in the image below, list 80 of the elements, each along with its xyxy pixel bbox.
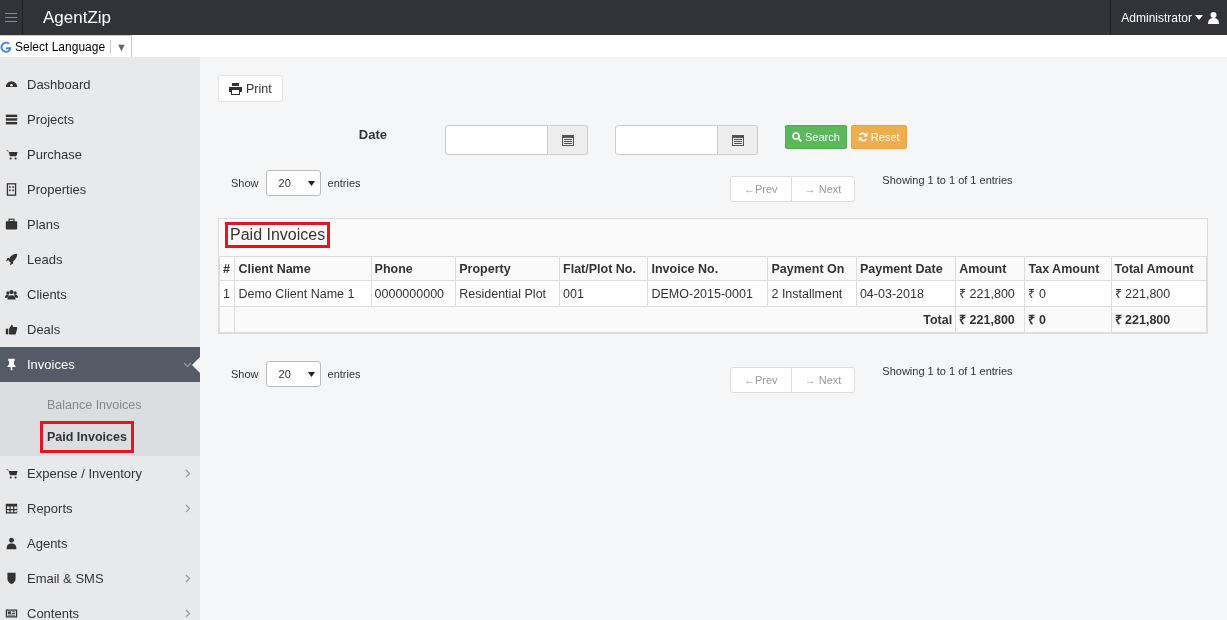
refresh-icon [857, 132, 868, 142]
column-header: Flat/Plot No. [559, 256, 648, 281]
column-header: Client Name [234, 256, 372, 281]
date-label: Date [357, 127, 388, 142]
calendar-icon[interactable] [718, 125, 758, 155]
sidebar-item[interactable]: Invoices [0, 347, 200, 382]
show-label: Show [231, 368, 259, 380]
end-date-field[interactable] [615, 125, 718, 155]
table-icon [5, 502, 18, 515]
sidebar-item[interactable]: Purchase [0, 137, 200, 172]
user-icon [1208, 11, 1219, 24]
sidebar-item[interactable]: Projects [0, 102, 200, 137]
entries-info: Showing 1 to 1 of 1 entries [882, 365, 1013, 377]
table-cell: Demo Client Name 1 [234, 280, 372, 307]
sidebar-item[interactable]: Leads [0, 242, 200, 277]
caret-icon [307, 371, 315, 377]
column-header: Tax Amount [1025, 256, 1112, 281]
sidebar-item[interactable]: Email & SMS [0, 561, 200, 596]
total-label: Total [923, 312, 953, 327]
caret-icon [307, 180, 315, 186]
table-cell: ₹ 221,800 [955, 280, 1025, 307]
server-icon [5, 113, 18, 126]
users-icon [5, 288, 18, 301]
submenu-item[interactable]: Paid Invoices [40, 421, 134, 453]
briefcase-icon [5, 218, 18, 231]
entries-label: entries [327, 368, 361, 380]
total-cell: ₹ 221,800 [955, 306, 1025, 333]
shield-icon [5, 572, 18, 585]
building-icon [5, 183, 18, 196]
menu-icon[interactable] [5, 13, 17, 22]
sidebar-item[interactable]: Contents [0, 596, 200, 620]
table-cell: 001 [559, 280, 648, 307]
brand-name[interactable]: AgentZip [43, 7, 1111, 28]
column-header: Invoice No. [648, 256, 768, 281]
cart-icon [5, 467, 18, 480]
sidebar-item[interactable]: Expense / Inventory [0, 456, 200, 491]
cart-icon [5, 148, 18, 161]
total-cell: ₹ 0 [1025, 306, 1112, 333]
sidebar-item[interactable]: Plans [0, 207, 200, 242]
column-header: Payment Date [856, 256, 956, 281]
entries-label: entries [327, 177, 361, 189]
calendar-icon[interactable] [548, 125, 588, 155]
page-size-select[interactable]: 20 [265, 361, 321, 387]
table-cell: 1 [219, 280, 235, 307]
table-cell: 2 Installment [767, 280, 857, 307]
table-cell: 04-03-2018 [856, 280, 956, 307]
sidebar-item[interactable]: Dashboard [0, 67, 200, 102]
column-header: Payment On [767, 256, 857, 281]
total-cell: ₹ 221,800 [1111, 306, 1207, 333]
table-cell: Residential Plot [455, 280, 560, 307]
sidebar-item[interactable]: Reports [0, 491, 200, 526]
sidebar-item[interactable]: Deals [0, 312, 200, 347]
rocket-icon [5, 253, 18, 266]
start-date-field[interactable] [445, 125, 548, 155]
table-cell: DEMO-2015-0001 [648, 280, 768, 307]
column-header: Total Amount [1111, 256, 1207, 281]
table-cell: ₹ 221,800 [1111, 280, 1207, 307]
print-button[interactable]: Print [218, 75, 283, 102]
pin-icon [5, 358, 18, 371]
column-header: Property [455, 256, 560, 281]
thumbs-up-icon [5, 323, 18, 336]
page-size-select[interactable]: 20 [265, 170, 321, 196]
column-header: # [219, 256, 235, 281]
table-cell: ₹ 0 [1025, 280, 1112, 307]
table-cell: 0000000000 [371, 280, 456, 307]
column-header: Phone [371, 256, 456, 281]
sidebar-item[interactable]: Agents [0, 526, 200, 561]
column-header: Amount [955, 256, 1025, 281]
g-logo-icon [0, 40, 12, 53]
sidebar-item[interactable]: Clients [0, 277, 200, 312]
search-icon [792, 132, 802, 142]
agent-icon [5, 537, 18, 550]
panel-title: Paid Invoices [225, 222, 331, 248]
caret-icon [1195, 15, 1203, 20]
sidebar-item[interactable]: Properties [0, 172, 200, 207]
user-menu[interactable]: Administrator [1121, 10, 1203, 25]
newspaper-icon [5, 607, 18, 620]
printer-icon [229, 82, 242, 95]
entries-info: Showing 1 to 1 of 1 entries [882, 174, 1013, 186]
show-label: Show [231, 177, 259, 189]
